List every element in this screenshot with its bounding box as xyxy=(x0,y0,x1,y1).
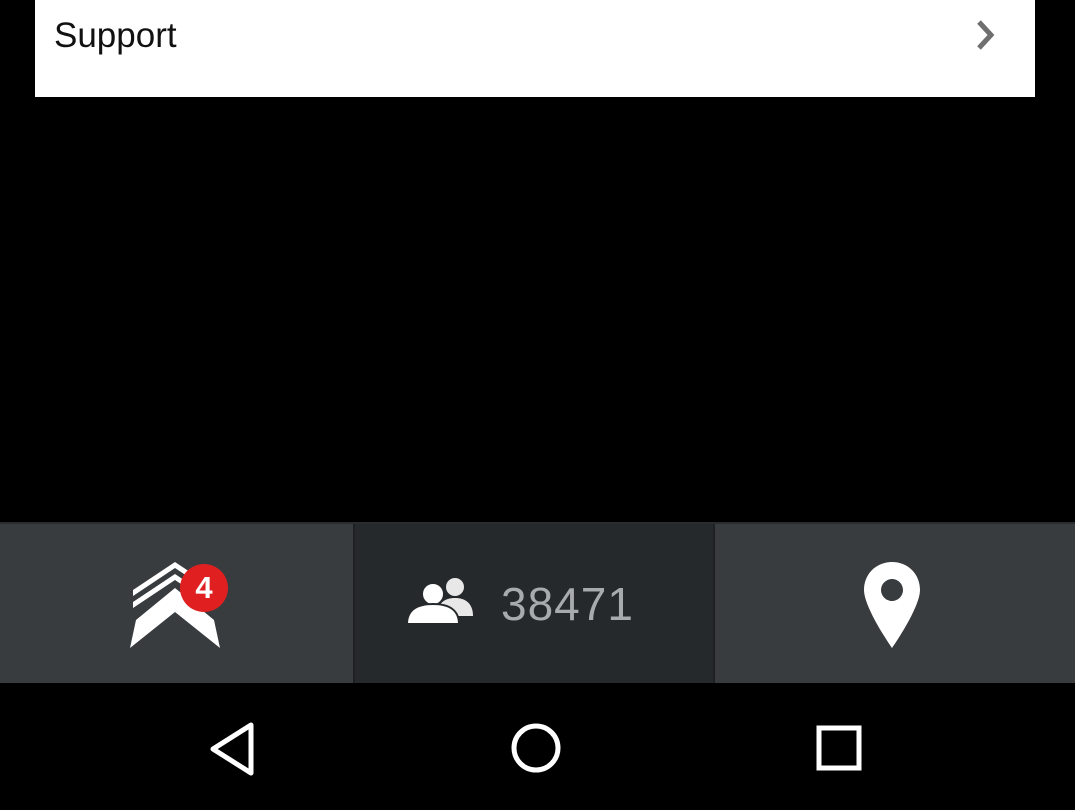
people-icon xyxy=(407,578,473,625)
chevron-right-icon xyxy=(977,20,995,50)
home-circle-icon[interactable] xyxy=(509,721,563,775)
people-count: 38471 xyxy=(501,578,634,630)
tab-ranks[interactable]: 4 xyxy=(0,524,353,683)
bottom-tab-bar: 4 38471 xyxy=(0,522,1075,683)
support-label: Support xyxy=(54,16,177,55)
map-pin-icon xyxy=(864,562,920,648)
system-nav-bar xyxy=(0,683,1075,810)
notification-badge: 4 xyxy=(180,564,228,612)
app-screen: Support 4 38471 xyxy=(0,0,1075,810)
back-triangle-icon[interactable] xyxy=(205,721,259,777)
support-menu-item[interactable]: Support xyxy=(35,0,1035,97)
tab-location[interactable] xyxy=(715,524,1075,683)
tab-people[interactable]: 38471 xyxy=(353,524,715,683)
recents-square-icon[interactable] xyxy=(814,723,864,773)
